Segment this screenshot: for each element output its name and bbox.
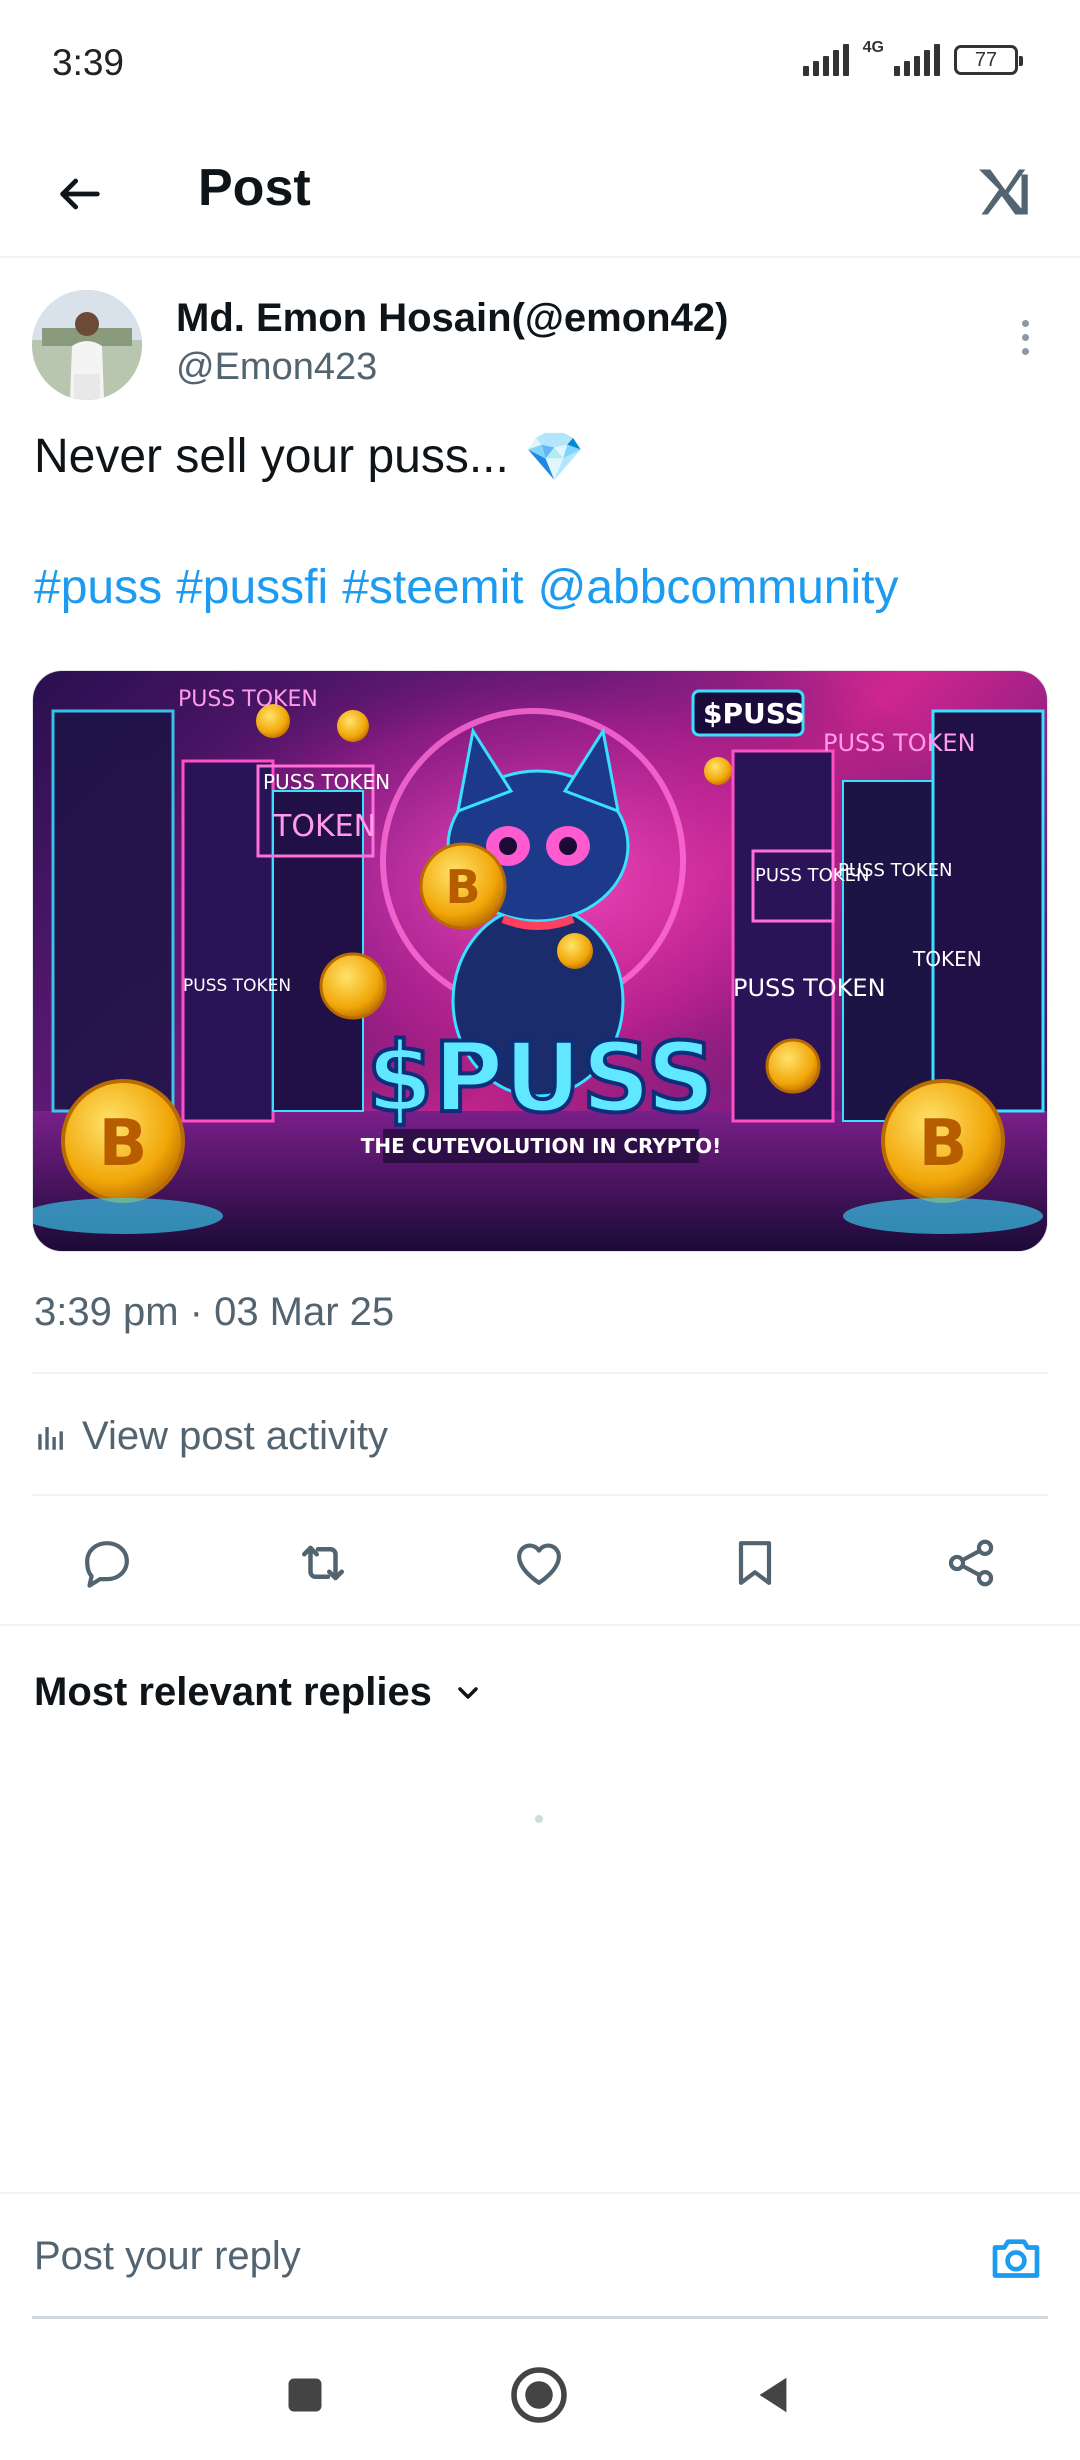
post-timestamp: 3:39 pm · 03 Mar 25 (34, 1290, 395, 1334)
svg-text:B: B (445, 860, 480, 914)
hashtag-link[interactable]: #puss (34, 560, 162, 615)
back-button[interactable] (40, 154, 120, 234)
post-media-image[interactable]: B B B $PUSS THE CUTEVOLUTION IN CRYPTO! … (32, 670, 1048, 1252)
status-time: 3:39 (52, 42, 125, 83)
svg-text:B: B (919, 1107, 968, 1181)
repost-icon (302, 1545, 344, 1581)
home-button[interactable] (506, 2362, 572, 2428)
post-actions (0, 1500, 1080, 1626)
status-bar: 3:39 4G 77 (0, 0, 1080, 130)
view-post-activity-link[interactable]: View post activity (34, 1414, 388, 1459)
replies-sort-label: Most relevant replies (34, 1670, 432, 1714)
reply-button[interactable] (74, 1530, 140, 1596)
media-label: PUSS TOKEN (838, 860, 952, 881)
share-button[interactable] (938, 1530, 1004, 1596)
media-label: PUSS TOKEN (178, 687, 318, 712)
square-icon (288, 2378, 322, 2412)
battery-icon: 77 (954, 45, 1023, 75)
media-label: PUSS TOKEN (263, 770, 390, 794)
chevron-down-icon (458, 1686, 478, 1699)
gem-emoji: 💎 (524, 431, 585, 484)
media-label: TOKEN (912, 947, 982, 971)
reply-input-underline (32, 2316, 1048, 2319)
wifi-signal-icon (802, 44, 849, 76)
media-label: TOKEN (272, 809, 376, 844)
top-app-bar: Post (0, 130, 1080, 258)
triangle-back-icon (759, 2377, 787, 2413)
page-title: Post (198, 159, 311, 217)
repost-button[interactable] (290, 1530, 356, 1596)
battery-level: 77 (974, 48, 998, 71)
activity-label: View post activity (82, 1414, 389, 1458)
post-text: Never sell your puss... 💎 (34, 428, 585, 485)
mention-link[interactable]: @abbcommunity (538, 560, 899, 615)
media-label: PUSS TOKEN (183, 976, 291, 996)
bookmark-button[interactable] (722, 1530, 788, 1596)
media-label: PUSS TOKEN (823, 729, 976, 757)
author-name[interactable]: Md. Emon Hosain(@emon42) (176, 296, 728, 341)
hashtag-link[interactable]: #steemit (342, 560, 523, 615)
reply-composer: Post your reply (0, 2192, 1080, 2319)
cell-signal-icon (894, 44, 940, 76)
network-type: 4G (862, 39, 884, 56)
system-navigation-bar (0, 2330, 1080, 2460)
reply-input[interactable]: Post your reply (34, 2234, 301, 2279)
share-icon (948, 1539, 994, 1587)
circle-icon (511, 2367, 567, 2423)
bookmark-icon (738, 1541, 772, 1585)
replies-sort-dropdown[interactable]: Most relevant replies (34, 1670, 484, 1715)
divider (32, 1372, 1048, 1374)
avatar[interactable] (32, 290, 142, 400)
arrow-left-icon (60, 178, 100, 210)
like-button[interactable] (506, 1530, 572, 1596)
more-options-button[interactable] (1000, 312, 1050, 362)
media-label: PUSS TOKEN (733, 974, 886, 1002)
author-handle[interactable]: @Emon423 (176, 346, 377, 389)
media-title: $PUSS (366, 1022, 715, 1134)
camera-button[interactable] (986, 2228, 1046, 2288)
svg-text:B: B (99, 1107, 148, 1181)
more-vertical-icon (1021, 319, 1029, 327)
reply-icon (85, 1541, 129, 1588)
post-hashtags: #puss #pussfi #steemit @abbcommunity (34, 560, 898, 615)
loading-indicator (535, 1815, 543, 1823)
back-nav-button[interactable] (740, 2362, 806, 2428)
status-icons: 4G 77 (802, 39, 1023, 76)
x-app-logo-icon[interactable] (964, 152, 1044, 232)
camera-icon (992, 2239, 1040, 2278)
divider (32, 1494, 1048, 1496)
post-body: Never sell your puss... (34, 430, 509, 483)
media-subtitle: THE CUTEVOLUTION IN CRYPTO! (361, 1134, 721, 1158)
heart-icon (517, 1543, 561, 1585)
media-label: $PUSS (703, 697, 805, 730)
analytics-icon (38, 1426, 63, 1450)
hashtag-link[interactable]: #pussfi (176, 560, 328, 615)
recent-apps-button[interactable] (272, 2362, 338, 2428)
